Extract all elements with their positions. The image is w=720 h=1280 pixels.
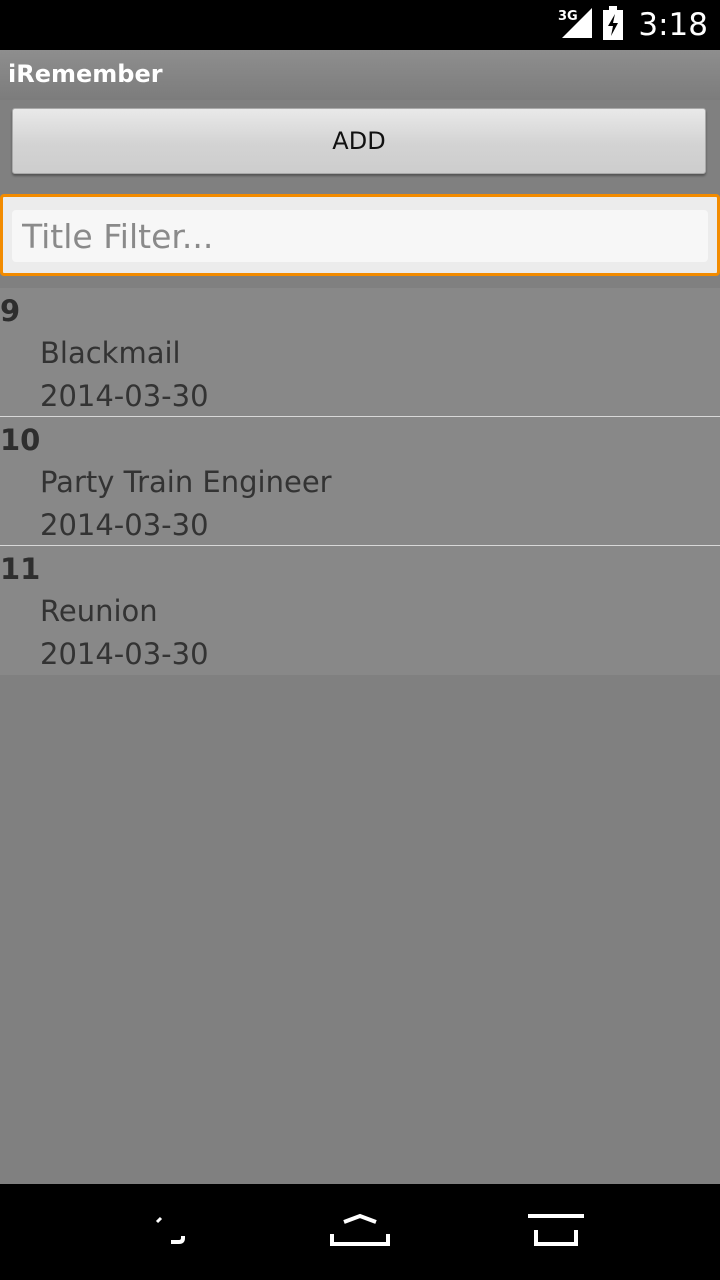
recent-apps-icon bbox=[518, 1210, 594, 1254]
item-date: 2014-03-30 bbox=[40, 637, 209, 671]
app-title: iRemember bbox=[8, 60, 163, 88]
item-id: 10 bbox=[0, 423, 41, 457]
svg-text:3G: 3G bbox=[558, 9, 578, 24]
list-item[interactable]: 11 Reunion 2014-03-30 bbox=[0, 546, 720, 675]
title-filter-input[interactable] bbox=[12, 210, 708, 262]
item-title: Blackmail bbox=[40, 336, 181, 370]
home-button[interactable] bbox=[315, 1208, 405, 1256]
list-item[interactable]: 9 Blackmail 2014-03-30 bbox=[0, 288, 720, 417]
item-date: 2014-03-30 bbox=[40, 379, 209, 413]
item-date: 2014-03-30 bbox=[40, 508, 209, 542]
item-title: Reunion bbox=[40, 594, 158, 628]
title-filter-container bbox=[0, 194, 720, 276]
back-icon bbox=[131, 1210, 191, 1254]
item-id: 11 bbox=[0, 552, 41, 586]
item-id: 9 bbox=[0, 294, 21, 328]
back-button[interactable] bbox=[116, 1208, 206, 1256]
list-item[interactable]: 10 Party Train Engineer 2014-03-30 bbox=[0, 417, 720, 546]
reminder-list: 9 Blackmail 2014-03-30 10 Party Train En… bbox=[0, 288, 720, 675]
home-icon bbox=[322, 1210, 398, 1254]
status-time: 3:18 bbox=[638, 7, 708, 43]
recent-apps-button[interactable] bbox=[511, 1208, 601, 1256]
action-bar: iRemember bbox=[0, 50, 720, 100]
add-button[interactable]: ADD bbox=[12, 108, 706, 174]
status-bar: 3G 3:18 bbox=[0, 0, 720, 50]
status-icons: 3G 3:18 bbox=[558, 0, 708, 50]
signal-3g-icon: 3G bbox=[558, 6, 594, 44]
battery-charging-icon bbox=[602, 6, 624, 44]
item-title: Party Train Engineer bbox=[40, 465, 332, 499]
navigation-bar bbox=[0, 1184, 720, 1280]
